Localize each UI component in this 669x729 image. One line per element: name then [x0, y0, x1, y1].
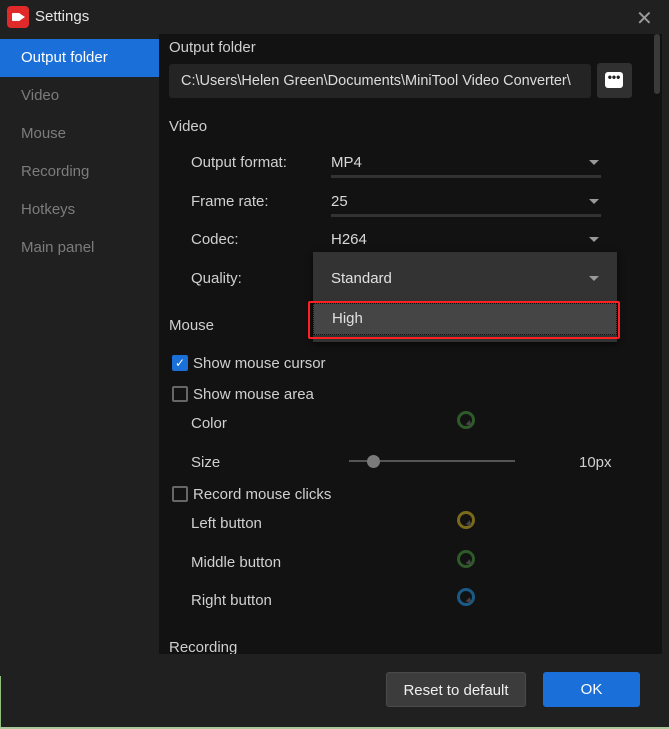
close-icon[interactable]: ✕	[636, 6, 653, 31]
sidebar-item-main-panel[interactable]: Main panel	[0, 229, 159, 267]
output-format-value: MP4	[331, 154, 362, 171]
middle-color-picker-icon[interactable]	[457, 550, 475, 568]
browse-button[interactable]: •••	[597, 63, 632, 98]
color-picker-icon[interactable]	[457, 411, 475, 429]
recording-heading: Recording	[169, 639, 238, 654]
output-format-label: Output format:	[191, 154, 287, 171]
quality-value: Standard	[331, 270, 392, 287]
color-label: Color	[191, 415, 227, 432]
window-title: Settings	[35, 8, 90, 25]
sidebar-item-hotkeys[interactable]: Hotkeys	[0, 191, 159, 229]
app-logo-icon	[7, 6, 29, 28]
more-icon: •••	[605, 71, 623, 88]
chevron-down-icon	[589, 160, 599, 165]
ok-button[interactable]: OK	[543, 672, 640, 707]
codec-value: H264	[331, 231, 367, 248]
show-cursor-label: Show mouse cursor	[193, 355, 326, 372]
chevron-down-icon	[589, 276, 599, 281]
show-cursor-checkbox[interactable]: ✓	[172, 355, 188, 371]
frame-rate-value: 25	[331, 193, 348, 210]
size-value: 10px	[579, 454, 612, 471]
video-heading: Video	[169, 118, 208, 135]
frame-rate-label: Frame rate:	[191, 193, 269, 210]
middle-button-label: Middle button	[191, 554, 282, 571]
left-color-picker-icon[interactable]	[457, 511, 475, 529]
highlight-box	[308, 301, 620, 339]
right-button-label: Right button	[191, 592, 272, 609]
title-bar: Settings ✕	[0, 0, 669, 34]
size-label: Size	[191, 454, 221, 471]
sidebar-item-recording[interactable]: Recording	[0, 153, 159, 191]
quality-label: Quality:	[191, 270, 242, 287]
right-color-picker-icon[interactable]	[457, 588, 475, 606]
size-slider-thumb[interactable]	[367, 455, 380, 468]
output-format-select[interactable]: MP4	[331, 152, 601, 178]
left-button-label: Left button	[191, 515, 262, 532]
reset-to-default-button[interactable]: Reset to default	[386, 672, 526, 707]
sidebar-item-output-folder[interactable]: Output folder	[0, 39, 159, 77]
show-area-label: Show mouse area	[193, 386, 314, 403]
sidebar-item-video[interactable]: Video	[0, 77, 159, 115]
codec-label: Codec:	[191, 231, 239, 248]
record-clicks-label: Record mouse clicks	[193, 486, 332, 503]
output-path-input[interactable]: C:\Users\Helen Green\Documents\MiniTool …	[169, 64, 591, 98]
scrollbar[interactable]	[654, 34, 660, 94]
show-area-checkbox[interactable]	[172, 386, 188, 402]
frame-rate-select[interactable]: 25	[331, 191, 601, 217]
output-folder-heading: Output folder	[169, 39, 256, 56]
chevron-down-icon	[589, 237, 599, 242]
record-clicks-checkbox[interactable]	[172, 486, 188, 502]
divider	[0, 676, 1, 729]
chevron-down-icon	[589, 199, 599, 204]
mouse-heading: Mouse	[169, 317, 215, 334]
sidebar-item-mouse[interactable]: Mouse	[0, 115, 159, 153]
